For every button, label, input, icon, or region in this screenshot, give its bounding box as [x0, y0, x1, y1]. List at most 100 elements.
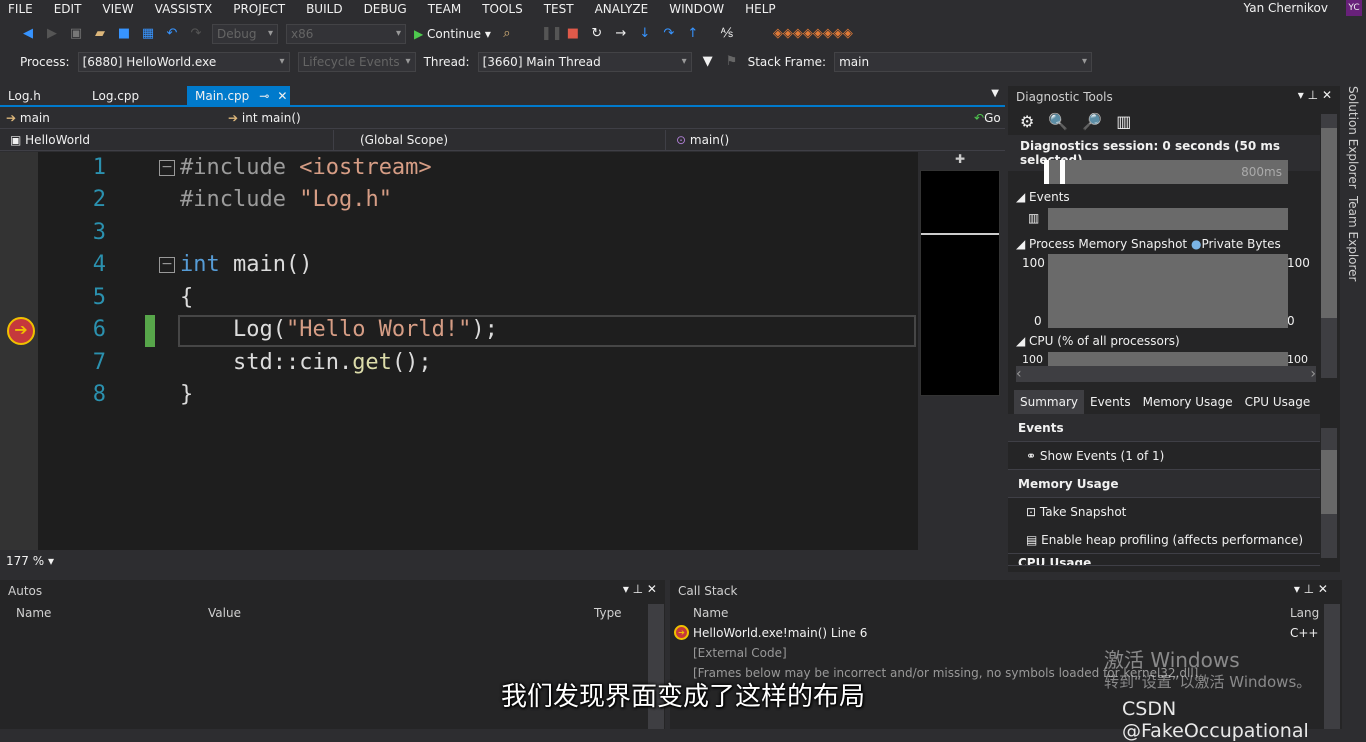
user-name[interactable]: Yan Chernikov [1244, 1, 1328, 15]
dropdown-icon[interactable]: ▾ [1298, 88, 1304, 102]
panel-controls[interactable]: ▾ ⊥ ✕ [1294, 582, 1328, 596]
timeline-hscrollbar[interactable]: ‹ › [1016, 366, 1316, 382]
scroll-left-icon[interactable]: ‹ [1016, 366, 1022, 382]
va-definition-select[interactable]: ➔ int main() [222, 108, 962, 128]
show-events-link[interactable]: ⚭ Show Events (1 of 1) [1008, 442, 1320, 470]
menu-debug[interactable]: DEBUG [364, 2, 407, 16]
heap-profiling-button[interactable]: ▤ Enable heap profiling (affects perform… [1008, 526, 1320, 554]
collapse-icon[interactable]: − [159, 257, 175, 273]
step-over-icon[interactable]: ↷ [661, 26, 677, 42]
menu-analyze[interactable]: ANALYZE [595, 2, 649, 16]
restart-icon[interactable]: ↻ [589, 26, 605, 42]
back-icon[interactable]: ◀ [20, 26, 36, 42]
settings-icon[interactable]: ⚙ [1020, 112, 1034, 131]
menu-test[interactable]: TEST [544, 2, 574, 16]
memory-section[interactable]: ◢ Process Memory Snapshot ●Private Bytes [1016, 237, 1281, 251]
tab-main-cpp[interactable]: Main.cpp ⊸ ✕ [187, 86, 290, 106]
avatar[interactable]: YC [1346, 0, 1362, 16]
go-button[interactable]: ↶Go [968, 108, 1001, 128]
flag-icon[interactable]: ⚑ [724, 54, 740, 70]
member-select[interactable]: ⊙ main() [670, 130, 1000, 150]
find-icon[interactable]: ⌕ [499, 26, 515, 42]
minimap-scrollbar[interactable] [920, 170, 1000, 396]
menu-edit[interactable]: EDIT [54, 2, 82, 16]
events-section[interactable]: ◢ Events [1016, 190, 1070, 204]
vax-tools-icon[interactable]: ◈◈◈◈◈◈◈◈ [773, 26, 853, 42]
tab-memory-usage[interactable]: Memory Usage [1137, 390, 1239, 414]
selection-end[interactable] [1060, 160, 1065, 184]
scroll-thumb[interactable] [1321, 450, 1337, 514]
pause-icon[interactable]: ▥ [1028, 211, 1039, 225]
menu-help[interactable]: HELP [745, 2, 776, 16]
stack-frame-row[interactable]: [External Code] [693, 646, 787, 660]
forward-icon[interactable]: ▶ [44, 26, 60, 42]
redo-icon[interactable]: ↷ [188, 26, 204, 42]
process-select[interactable]: [6880] HelloWorld.exe [77, 52, 290, 72]
close-icon[interactable]: ✕ [277, 89, 287, 103]
project-select[interactable]: ▣ HelloWorld [4, 130, 334, 150]
continue-button[interactable]: ▶ Continue ▾ [414, 27, 491, 41]
panel-controls[interactable]: ▾ ⊥ ✕ [1298, 88, 1332, 102]
close-icon[interactable]: ✕ [1322, 88, 1332, 102]
scroll-thumb[interactable] [1321, 128, 1337, 318]
scroll-right-icon[interactable]: › [1310, 366, 1316, 382]
code-editor[interactable]: ➔ 1− #include <iostream> 2 #include "Log.h… [0, 152, 918, 550]
tab-log-cpp[interactable]: Log.cpp [84, 86, 184, 106]
stack-frame-row[interactable]: HelloWorld.exe!main() Line 6 [693, 626, 867, 640]
zoom-out-icon[interactable]: 🔎 [1082, 112, 1102, 131]
tab-dropdown-icon[interactable]: ▼ [991, 88, 999, 99]
new-project-icon[interactable]: ▣ [68, 26, 84, 42]
cpu-section[interactable]: ◢ CPU (% of all processors) [1016, 334, 1180, 348]
summary-vscrollbar[interactable] [1321, 428, 1337, 558]
tab-log-h[interactable]: Log.h [0, 86, 80, 106]
pause-icon[interactable]: ❚❚ [541, 26, 563, 42]
tab-summary[interactable]: Summary [1014, 390, 1084, 414]
tab-events[interactable]: Events [1084, 390, 1137, 414]
split-handle-icon[interactable]: ✚ [920, 152, 1000, 170]
scope-select[interactable]: (Global Scope) [354, 130, 666, 150]
config-select[interactable]: Debug [212, 24, 278, 44]
menu-team[interactable]: TEAM [428, 2, 461, 16]
team-explorer-tab[interactable]: Team Explorer [1346, 196, 1360, 282]
menu-tools[interactable]: TOOLS [482, 2, 523, 16]
tab-cpu-usage[interactable]: CPU Usage [1239, 390, 1317, 414]
collapse-icon[interactable]: − [159, 160, 175, 176]
menu-file[interactable]: FILE [8, 2, 33, 16]
platform-select[interactable]: x86 [286, 24, 406, 44]
pin-icon[interactable]: ⊥ [1308, 88, 1318, 102]
pin-icon[interactable]: ⊸ [259, 89, 269, 103]
save-icon[interactable]: ■ [116, 26, 132, 42]
solution-explorer-tab[interactable]: Solution Explorer [1346, 86, 1360, 189]
col-value[interactable]: Value [208, 606, 241, 620]
col-name[interactable]: Name [693, 606, 728, 620]
menu-view[interactable]: VIEW [102, 2, 133, 16]
open-file-icon[interactable]: ▰ [92, 26, 108, 42]
undo-icon[interactable]: ↶ [164, 26, 180, 42]
zoom-select[interactable]: 177 % ▾ [0, 552, 918, 570]
lifecycle-events-select[interactable]: Lifecycle Events [297, 52, 416, 72]
step-out-icon[interactable]: ↑ [685, 26, 701, 42]
menu-project[interactable]: PROJECT [233, 2, 285, 16]
show-next-statement-icon[interactable]: → [613, 26, 629, 42]
hex-icon[interactable]: ⅍ [719, 26, 735, 42]
take-snapshot-button[interactable]: ⊡ Take Snapshot [1008, 498, 1320, 526]
step-into-icon[interactable]: ↓ [637, 26, 653, 42]
save-all-icon[interactable]: ▦ [140, 26, 156, 42]
col-type[interactable]: Type [594, 606, 622, 620]
menu-window[interactable]: WINDOW [669, 2, 724, 16]
zoom-in-icon[interactable]: 🔍 [1048, 112, 1068, 131]
menu-build[interactable]: BUILD [306, 2, 342, 16]
panel-controls[interactable]: ▾ ⊥ ✕ [623, 582, 657, 596]
menu-vassistx[interactable]: VASSISTX [155, 2, 213, 16]
stop-icon[interactable]: ■ [565, 26, 581, 42]
col-name[interactable]: Name [16, 606, 51, 620]
selection-start[interactable] [1044, 160, 1049, 184]
va-context-select[interactable]: ➔ main [0, 108, 205, 128]
timeline-ruler[interactable]: 800ms [1048, 160, 1288, 184]
col-lang[interactable]: Lang [1290, 606, 1319, 620]
filter-icon[interactable]: ▼ [700, 54, 716, 70]
stack-frame-select[interactable]: main [834, 52, 1093, 72]
graph-vscrollbar[interactable] [1321, 114, 1337, 378]
thread-select[interactable]: [3660] Main Thread [477, 52, 692, 72]
chart-help-icon[interactable]: ▥ [1116, 112, 1131, 131]
